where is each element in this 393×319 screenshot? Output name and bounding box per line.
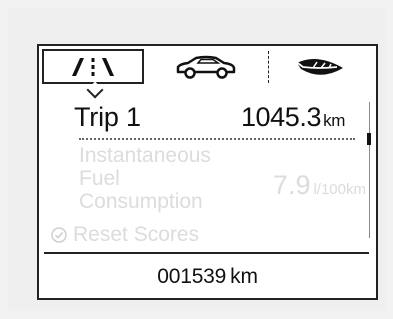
check-circle-icon (51, 227, 67, 243)
odometer-value: 001539 (157, 265, 227, 288)
total-odometer: 001539 km (39, 265, 376, 289)
trip-distance: 1045.3 km (241, 102, 345, 133)
trip-label: Trip 1 (74, 102, 141, 132)
inst-label-line3: Consumption (79, 190, 203, 213)
fuel-value-number: 7.9 (272, 170, 311, 200)
odometer-unit: km (230, 265, 258, 288)
fuel-value-unit: l/100km (313, 181, 366, 198)
trip-distance-unit: km (323, 111, 345, 130)
bottom-divider (44, 252, 369, 254)
instantaneous-fuel-value: 7.9 l/100km (273, 170, 366, 201)
inst-label-line1: Instantaneous (79, 144, 211, 167)
trip-odometer-row: Trip 1 1045.3 km (39, 96, 376, 136)
eco-leaf-icon (291, 55, 351, 79)
inst-label-line2: Fuel (79, 167, 120, 190)
tab-eco[interactable] (268, 46, 373, 88)
instantaneous-fuel-consumption-label: Instantaneous Fuel Consumption (79, 144, 211, 213)
driver-info-display: Trip 1 1045.3 km Instantaneous Fuel Consu… (37, 44, 378, 300)
tab-bar (39, 46, 376, 99)
dotted-divider (79, 138, 355, 140)
reset-scores-label: Reset Scores (73, 223, 200, 246)
reset-scores-option[interactable]: Reset Scores (51, 223, 199, 247)
image-frame: Trip 1 1045.3 km Instantaneous Fuel Consu… (8, 8, 385, 311)
car-icon (174, 55, 238, 79)
scrollbar-thumb (367, 133, 371, 145)
tab-vehicle[interactable] (151, 46, 261, 88)
scrollbar-track (369, 102, 370, 238)
trip-distance-value: 1045.3 (240, 102, 322, 132)
tab-trip[interactable] (42, 49, 144, 84)
road-icon (62, 56, 124, 78)
